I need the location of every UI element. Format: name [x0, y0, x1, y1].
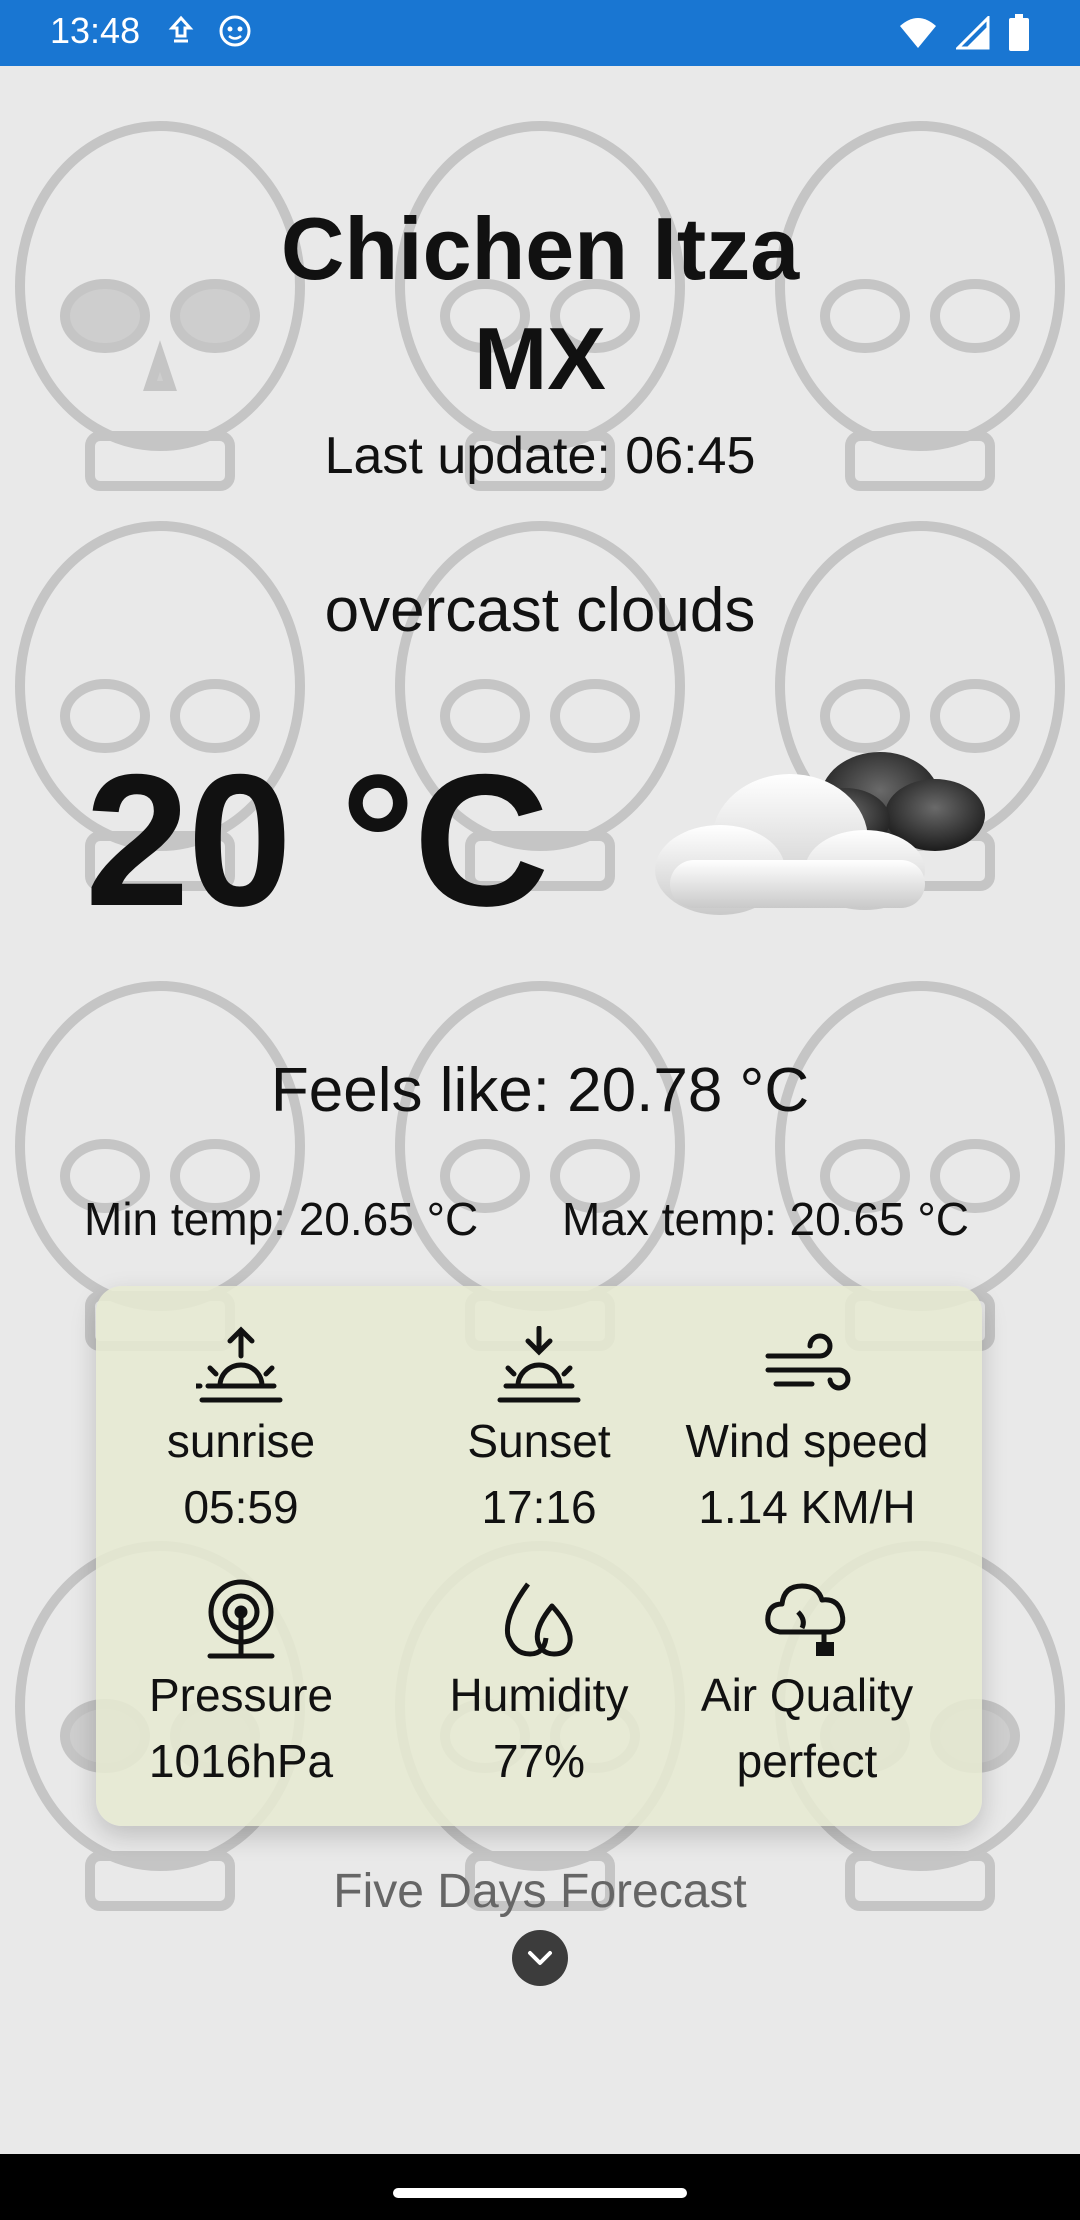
detail-sunset: Sunset 17:16: [394, 1326, 684, 1536]
air-quality-label: Air Quality: [700, 1669, 914, 1721]
sunrise-icon: [196, 1326, 283, 1403]
detail-humidity: Humidity 77%: [394, 1576, 684, 1790]
city-name: Chichen Itza: [280, 199, 800, 298]
max-temp: Max temp: 20.65 °C: [562, 1193, 970, 1245]
detail-pressure: Pressure 1016hPa: [96, 1576, 386, 1790]
weather-screen: Chichen Itza MX Last update: 06:45 overc…: [0, 0, 1080, 2220]
humidity-value: 77%: [492, 1735, 586, 1787]
sunrise-value: 05:59: [183, 1481, 299, 1533]
pressure-value: 1016hPa: [148, 1735, 334, 1787]
chevron-down-icon: [528, 1951, 552, 1965]
sunset-icon: [497, 1326, 581, 1403]
navigation-bar: [0, 2154, 1080, 2220]
wind-value: 1.14 KM/H: [698, 1481, 916, 1533]
feels-like: Feels like: 20.78 °C: [270, 1056, 810, 1125]
air-quality-icon: [765, 1583, 846, 1656]
cloudy-icon: [655, 752, 985, 915]
sunrise-label: sunrise: [166, 1415, 316, 1467]
weather-details-card: sunrise 05:59 Sunset 17:16 Wind speed 1.…: [96, 1286, 982, 1826]
home-gesture-handle[interactable]: [393, 2188, 687, 2198]
sunset-label: Sunset: [467, 1415, 611, 1467]
last-update: Last update: 06:45: [324, 427, 756, 485]
detail-sunrise: sunrise 05:59: [96, 1326, 386, 1536]
current-temperature: 20 °C: [85, 735, 549, 945]
forecast-title[interactable]: Five Days Forecast: [0, 1864, 1080, 1919]
sunset-value: 17:16: [481, 1481, 597, 1533]
humidity-icon: [504, 1582, 573, 1657]
pressure-icon: [207, 1579, 275, 1659]
expand-forecast-button[interactable]: [512, 1930, 568, 1986]
detail-air-quality: Air Quality perfect: [662, 1576, 952, 1790]
pressure-label: Pressure: [148, 1669, 334, 1721]
weather-description: overcast clouds: [324, 576, 756, 645]
detail-wind: Wind speed 1.14 KM/H: [662, 1326, 952, 1536]
min-temp: Min temp: 20.65 °C: [84, 1193, 479, 1245]
wind-icon: [765, 1333, 851, 1391]
humidity-label: Humidity: [449, 1669, 629, 1721]
air-quality-value: perfect: [736, 1735, 878, 1787]
wind-label: Wind speed: [685, 1415, 929, 1467]
country-code: MX: [474, 309, 606, 408]
